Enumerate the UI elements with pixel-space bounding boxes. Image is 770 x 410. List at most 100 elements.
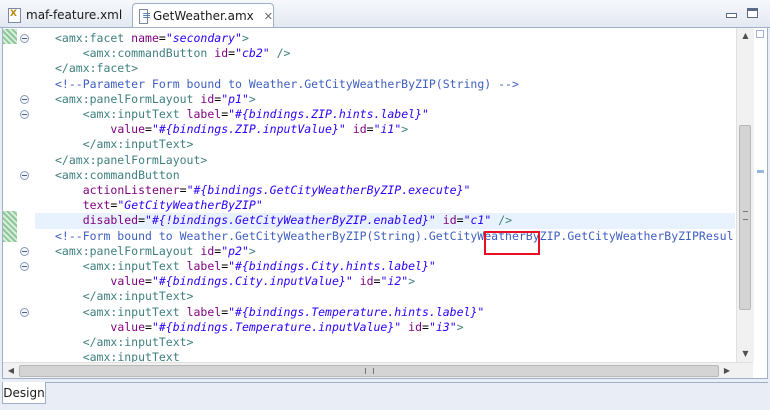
code-token: <!--Parameter Form bound to Weather.GetC…	[55, 76, 519, 91]
code-line[interactable]: <!--Parameter Form bound to Weather.GetC…	[35, 77, 519, 92]
code-line[interactable]: <amx:inputText label="#{bindings.ZIP.hin…	[35, 107, 429, 122]
code-token: >	[456, 319, 464, 334]
horizontal-scroll-thumb[interactable]	[19, 365, 719, 377]
collapse-icon[interactable]	[20, 110, 29, 119]
minimize-icon[interactable]	[726, 13, 737, 18]
code-line[interactable]: <amx:facet name="secondary">	[35, 31, 249, 46]
tab-getweather-amx[interactable]: GetWeather.amx ✕	[132, 3, 274, 28]
code-token: "secondary"	[165, 31, 242, 45]
code-line[interactable]: <amx:panelFormLayout id="p2">	[35, 244, 256, 259]
maximize-icon[interactable]	[747, 8, 758, 18]
code-token: value	[110, 274, 146, 289]
code-token: <amx:panelFormLayout	[55, 243, 201, 258]
code-token: <amx:inputText	[82, 304, 187, 319]
grip-icon	[365, 368, 374, 374]
code-token: value	[110, 122, 146, 137]
code-token: id	[442, 213, 457, 228]
tab-maf-feature-xml[interactable]: maf-feature.xml	[2, 3, 130, 27]
code-line[interactable]: <amx:inputText label="#{bindings.Tempera…	[35, 304, 485, 320]
code-token: "#{bindings.Temperature.inputValue}"	[151, 319, 402, 334]
code-token: =	[158, 31, 166, 45]
tab-design[interactable]: Design	[2, 382, 46, 404]
collapse-icon[interactable]	[20, 307, 29, 317]
code-token: "GetCityWeatherByZIP"	[117, 198, 263, 213]
code-token: <amx:inputText	[82, 259, 187, 273]
overview-mark[interactable]	[757, 170, 764, 173]
code-token: actionListener	[82, 183, 180, 197]
vertical-scroll-thumb[interactable]	[739, 125, 751, 310]
code-area[interactable]: <amx:facet name="secondary"> <amx:comman…	[35, 28, 735, 378]
code-line[interactable]: text="GetCityWeatherByZIP"	[35, 198, 263, 213]
code-token: disabled	[82, 213, 139, 228]
overview-ruler[interactable]	[754, 28, 767, 378]
scroll-right-icon[interactable]: ▶	[719, 363, 735, 378]
code-token: <amx:inputText	[82, 107, 187, 121]
code-line[interactable]: actionListener="#{bindings.GetCityWeathe…	[35, 183, 471, 198]
code-token: <amx:commandButton	[82, 46, 215, 61]
code-line[interactable]: <amx:commandButton id="cb2" />	[35, 46, 291, 61]
close-icon[interactable]: ✕	[264, 10, 273, 23]
code-line[interactable]: value="#{bindings.City.inputValue}" id="…	[35, 274, 415, 289]
code-line[interactable]: <amx:commandButton	[35, 168, 180, 183]
code-line[interactable]: <amx:panelFormLayout id="p1">	[35, 92, 256, 107]
code-token: </amx:inputText>	[82, 137, 194, 152]
code-line[interactable]: value="#{bindings.ZIP.inputValue}" id="i…	[35, 122, 408, 137]
code-token: value	[110, 319, 146, 334]
code-line[interactable]: value="#{bindings.Temperature.inputValue…	[35, 319, 464, 335]
code-token: "#{bindings.Temperature.hints.label}"	[228, 304, 485, 319]
vertical-scrollbar[interactable]: ▲ ▼	[736, 28, 754, 362]
code-token: </amx:inputText>	[82, 289, 194, 304]
code-line[interactable]: </amx:inputText>	[35, 289, 194, 304]
collapse-icon[interactable]	[20, 170, 29, 180]
code-token: "#{!bindings.GetCityWeatherByZIP.enabled…	[145, 213, 436, 228]
xml-file-icon	[8, 7, 21, 23]
editor-tab-bar: maf-feature.xml GetWeather.amx ✕	[0, 0, 770, 28]
horizontal-scrollbar[interactable]: ◀ ▶	[3, 362, 753, 378]
tab-label: GetWeather.amx	[153, 9, 254, 23]
code-token: />	[269, 46, 291, 61]
code-token: "p1"	[221, 91, 249, 106]
code-token: =	[456, 213, 464, 228]
code-token: label	[186, 107, 222, 121]
scroll-left-icon[interactable]: ◀	[3, 363, 19, 378]
code-token: label	[186, 304, 222, 319]
code-token: "i2"	[380, 274, 409, 289]
window-controls	[726, 8, 758, 18]
editor-bottom-tabs: Design	[0, 379, 770, 410]
code-token: </amx:panelFormLayout>	[55, 152, 208, 167]
source-editor[interactable]: <amx:facet name="secondary"> <amx:comman…	[2, 27, 768, 379]
code-line[interactable]: </amx:panelFormLayout>	[35, 153, 207, 168]
code-token: </amx:inputText>	[82, 335, 194, 349]
collapse-icon[interactable]	[20, 94, 29, 104]
collapse-icon[interactable]	[20, 34, 29, 43]
change-ruler	[3, 28, 17, 378]
divider	[46, 382, 768, 383]
code-token: >	[248, 91, 256, 106]
code-token: id	[359, 274, 374, 289]
code-token: "#{bindings.GetCityWeatherByZIP.execute}…	[186, 183, 471, 197]
code-token: id	[200, 91, 215, 106]
code-token: name	[131, 31, 159, 45]
scroll-up-icon[interactable]: ▲	[737, 28, 754, 44]
code-line[interactable]: </amx:inputText>	[35, 335, 194, 350]
tab-label: maf-feature.xml	[26, 8, 123, 22]
change-marker	[3, 29, 17, 45]
code-line[interactable]: </amx:facet>	[35, 61, 138, 76]
code-token: "cb2"	[235, 46, 270, 61]
code-line[interactable]: <!--Form bound to Weather.GetCityWeather…	[35, 229, 734, 244]
code-line[interactable]: disabled = "#{!bindings.GetCityWeatherByZI…	[35, 213, 735, 229]
collapse-icon[interactable]	[20, 246, 29, 256]
grip-icon	[743, 211, 748, 220]
collapse-icon[interactable]	[20, 262, 29, 271]
editor-window: maf-feature.xml GetWeather.amx ✕ <amx:fa…	[0, 0, 770, 410]
scroll-down-icon[interactable]: ▼	[737, 346, 754, 362]
code-line[interactable]: <amx:inputText label="#{bindings.City.hi…	[35, 259, 436, 274]
code-token: >	[408, 274, 416, 289]
code-line[interactable]: </amx:inputText>	[35, 137, 194, 152]
